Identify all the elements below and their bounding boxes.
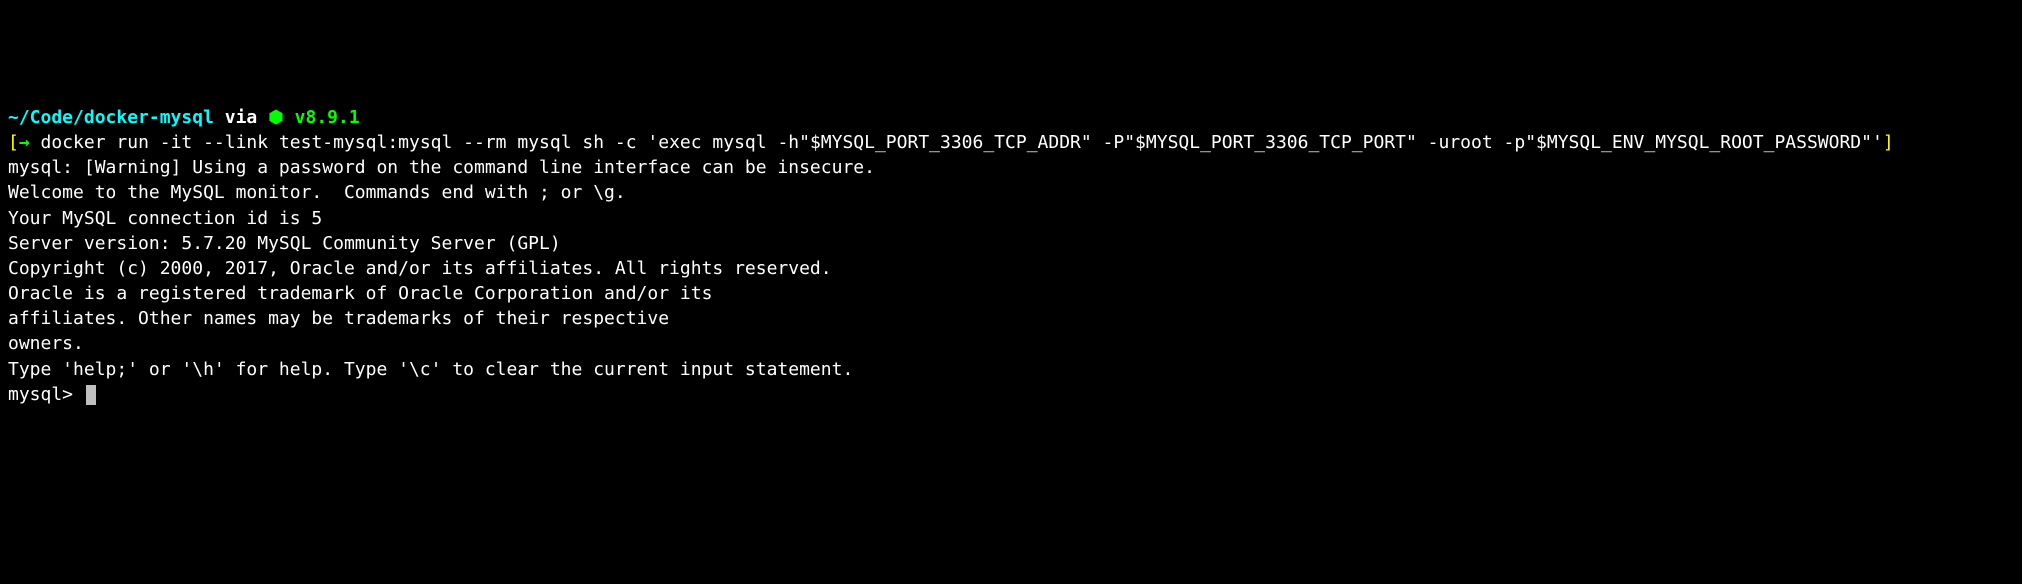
shell-prompt-line: ~/Code/docker-mysql via ⬢ v8.9.1: [8, 105, 2014, 130]
node-hex-icon: ⬢: [268, 105, 284, 130]
bracket-open: [: [8, 132, 19, 153]
output-line-welcome: Welcome to the MySQL monitor. Commands e…: [8, 180, 2014, 205]
node-version: v8.9.1: [284, 107, 360, 128]
bracket-close: ]: [1883, 132, 1894, 153]
output-line-help: Type 'help;' or '\h' for help. Type '\c'…: [8, 357, 2014, 382]
mysql-prompt: mysql>: [8, 384, 84, 405]
cwd-path: ~/Code/docker-mysql: [8, 107, 214, 128]
prompt-arrow-icon: →: [19, 132, 41, 153]
output-line-trademark-1: Oracle is a registered trademark of Orac…: [8, 281, 2014, 306]
mysql-prompt-line[interactable]: mysql>: [8, 382, 2014, 407]
cursor-icon: [86, 385, 96, 405]
output-line-server-version: Server version: 5.7.20 MySQL Community S…: [8, 231, 2014, 256]
output-line-connection-id: Your MySQL connection id is 5: [8, 206, 2014, 231]
output-line-copyright: Copyright (c) 2000, 2017, Oracle and/or …: [8, 256, 2014, 281]
output-line-warning: mysql: [Warning] Using a password on the…: [8, 155, 2014, 180]
command-line[interactable]: [→ docker run -it --link test-mysql:mysq…: [8, 130, 2014, 155]
output-line-trademark-3: owners.: [8, 331, 2014, 356]
command-text: docker run -it --link test-mysql:mysql -…: [41, 132, 1883, 153]
output-line-trademark-2: affiliates. Other names may be trademark…: [8, 306, 2014, 331]
via-label: via: [214, 107, 268, 128]
